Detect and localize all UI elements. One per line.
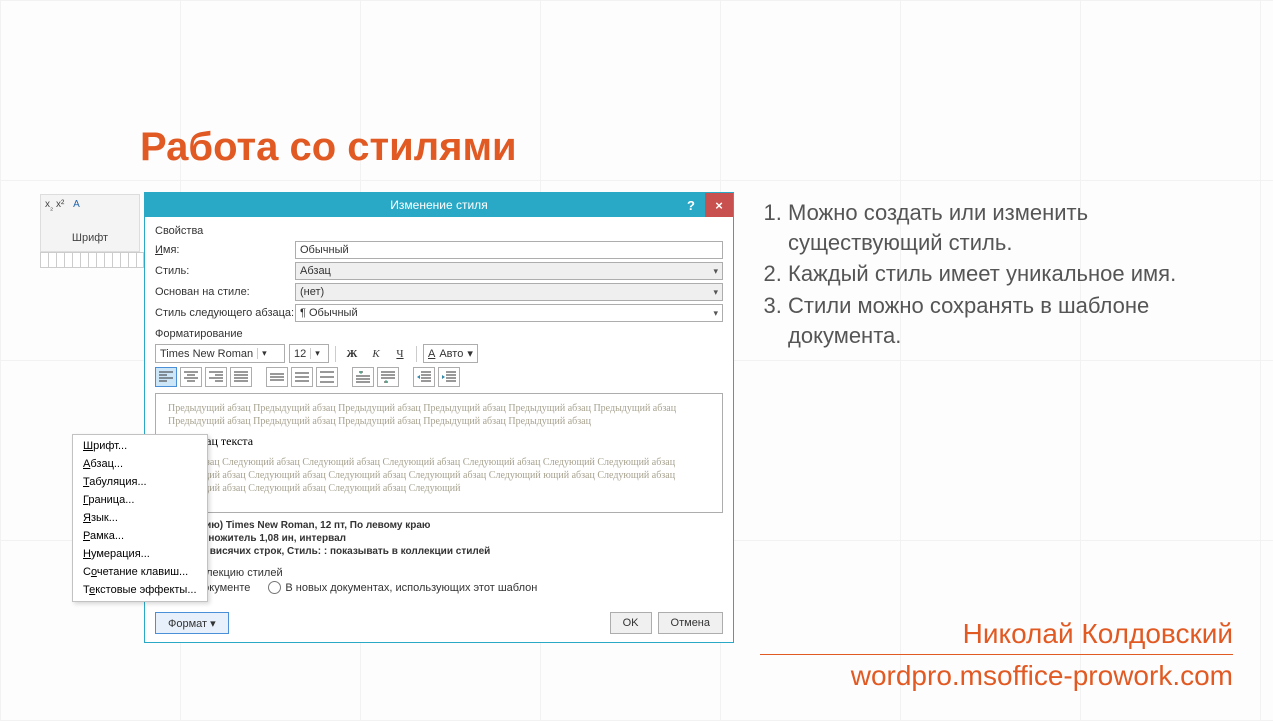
ribbon-font-group: x₂ x² A Шрифт [40,194,140,252]
preview-sample-text: дин абзац текста [168,434,710,450]
menu-item-language[interactable]: Язык... [75,509,205,527]
based-on-select[interactable]: (нет)▾ [295,283,723,301]
ribbon-group-label: Шрифт [45,232,135,244]
line-spacing-1-button[interactable] [266,367,288,387]
chevron-down-icon: ▾ [713,266,718,277]
font-name-select[interactable]: Times New Roman▾ [155,344,285,363]
indent-decrease-button[interactable] [413,367,435,387]
format-button[interactable]: Формат ▾ [155,612,229,634]
menu-item-text-effects[interactable]: Текстовые эффекты... [75,581,205,599]
space-before-inc-button[interactable] [352,367,374,387]
chevron-down-icon: ▾ [310,348,320,359]
indent-increase-button[interactable] [438,367,460,387]
site-url: wordpro.msoffice-prowork.com [851,660,1233,692]
chevron-down-icon: ▾ [713,287,718,298]
slide-title: Работа со стилями [140,125,517,170]
align-left-button[interactable] [155,367,177,387]
preview-next-text: ющий абзац Следующий абзац Следующий абз… [168,456,710,495]
font-size-select[interactable]: 12▾ [289,344,329,363]
menu-item-shortcut[interactable]: Сочетание клавиш... [75,563,205,581]
line-spacing-2-button[interactable] [316,367,338,387]
style-preview: Предыдущий абзац Предыдущий абзац Предыд… [155,393,723,513]
format-context-menu: Шрифт... Абзац... Табуляция... Граница..… [72,434,208,602]
align-center-button[interactable] [180,367,202,387]
bullet-3: Стили можно сохранять в шаблоне документ… [788,291,1240,350]
name-input[interactable]: Обычный [295,241,723,259]
dialog-title: Изменение стиля [390,198,487,212]
add-to-gallery-checkbox[interactable]: в коллекцию стилей [163,566,723,579]
based-on-label: Основан на стиле: [155,286,295,298]
menu-item-tabs[interactable]: Табуляция... [75,473,205,491]
underline-button[interactable]: Ч [390,344,410,363]
chevron-down-icon: ▾ [467,347,473,360]
font-color-select[interactable]: A Авто ▾ [423,344,478,363]
menu-item-paragraph[interactable]: Абзац... [75,455,205,473]
menu-item-frame[interactable]: Рамка... [75,527,205,545]
align-justify-button[interactable] [230,367,252,387]
align-right-button[interactable] [205,367,227,387]
modify-style-dialog: Изменение стиля ? × Свойства Имя: Обычны… [144,192,734,643]
next-paragraph-label: Стиль следующего абзаца: [155,307,295,319]
bullet-1: Можно создать или изменить существующий … [788,198,1240,257]
ruler [40,252,144,268]
dialog-titlebar[interactable]: Изменение стиля ? × [145,193,733,217]
bullet-2: Каждый стиль имеет уникальное имя. [788,259,1240,289]
style-type-select[interactable]: Абзац▾ [295,262,723,280]
menu-item-numbering[interactable]: Нумерация... [75,545,205,563]
author-name: Николай Колдовский [963,618,1233,650]
style-description: умолчанию) Times New Roman, 12 пт, По ле… [163,519,723,558]
chevron-down-icon: ▾ [257,348,267,359]
preview-previous-text: Предыдущий абзац Предыдущий абзац Предыд… [168,402,710,428]
divider [760,654,1233,655]
cancel-button[interactable]: Отмена [658,612,723,634]
ok-button[interactable]: OK [610,612,652,634]
chevron-down-icon: ▾ [713,308,718,319]
section-properties: Свойства [155,225,723,237]
space-before-dec-button[interactable] [377,367,399,387]
style-type-label: Стиль: [155,265,295,277]
name-label: Имя: [155,244,295,256]
next-paragraph-select[interactable]: ¶ Обычный▾ [295,304,723,322]
italic-button[interactable]: К [366,344,386,363]
menu-item-font[interactable]: Шрифт... [75,437,205,455]
bold-button[interactable]: Ж [342,344,362,363]
help-button[interactable]: ? [677,193,705,217]
section-formatting: Форматирование [155,328,723,340]
menu-item-border[interactable]: Граница... [75,491,205,509]
line-spacing-15-button[interactable] [291,367,313,387]
radio-new-documents[interactable] [268,581,281,594]
close-button[interactable]: × [705,193,733,217]
bullet-list: Можно создать или изменить существующий … [760,198,1240,352]
